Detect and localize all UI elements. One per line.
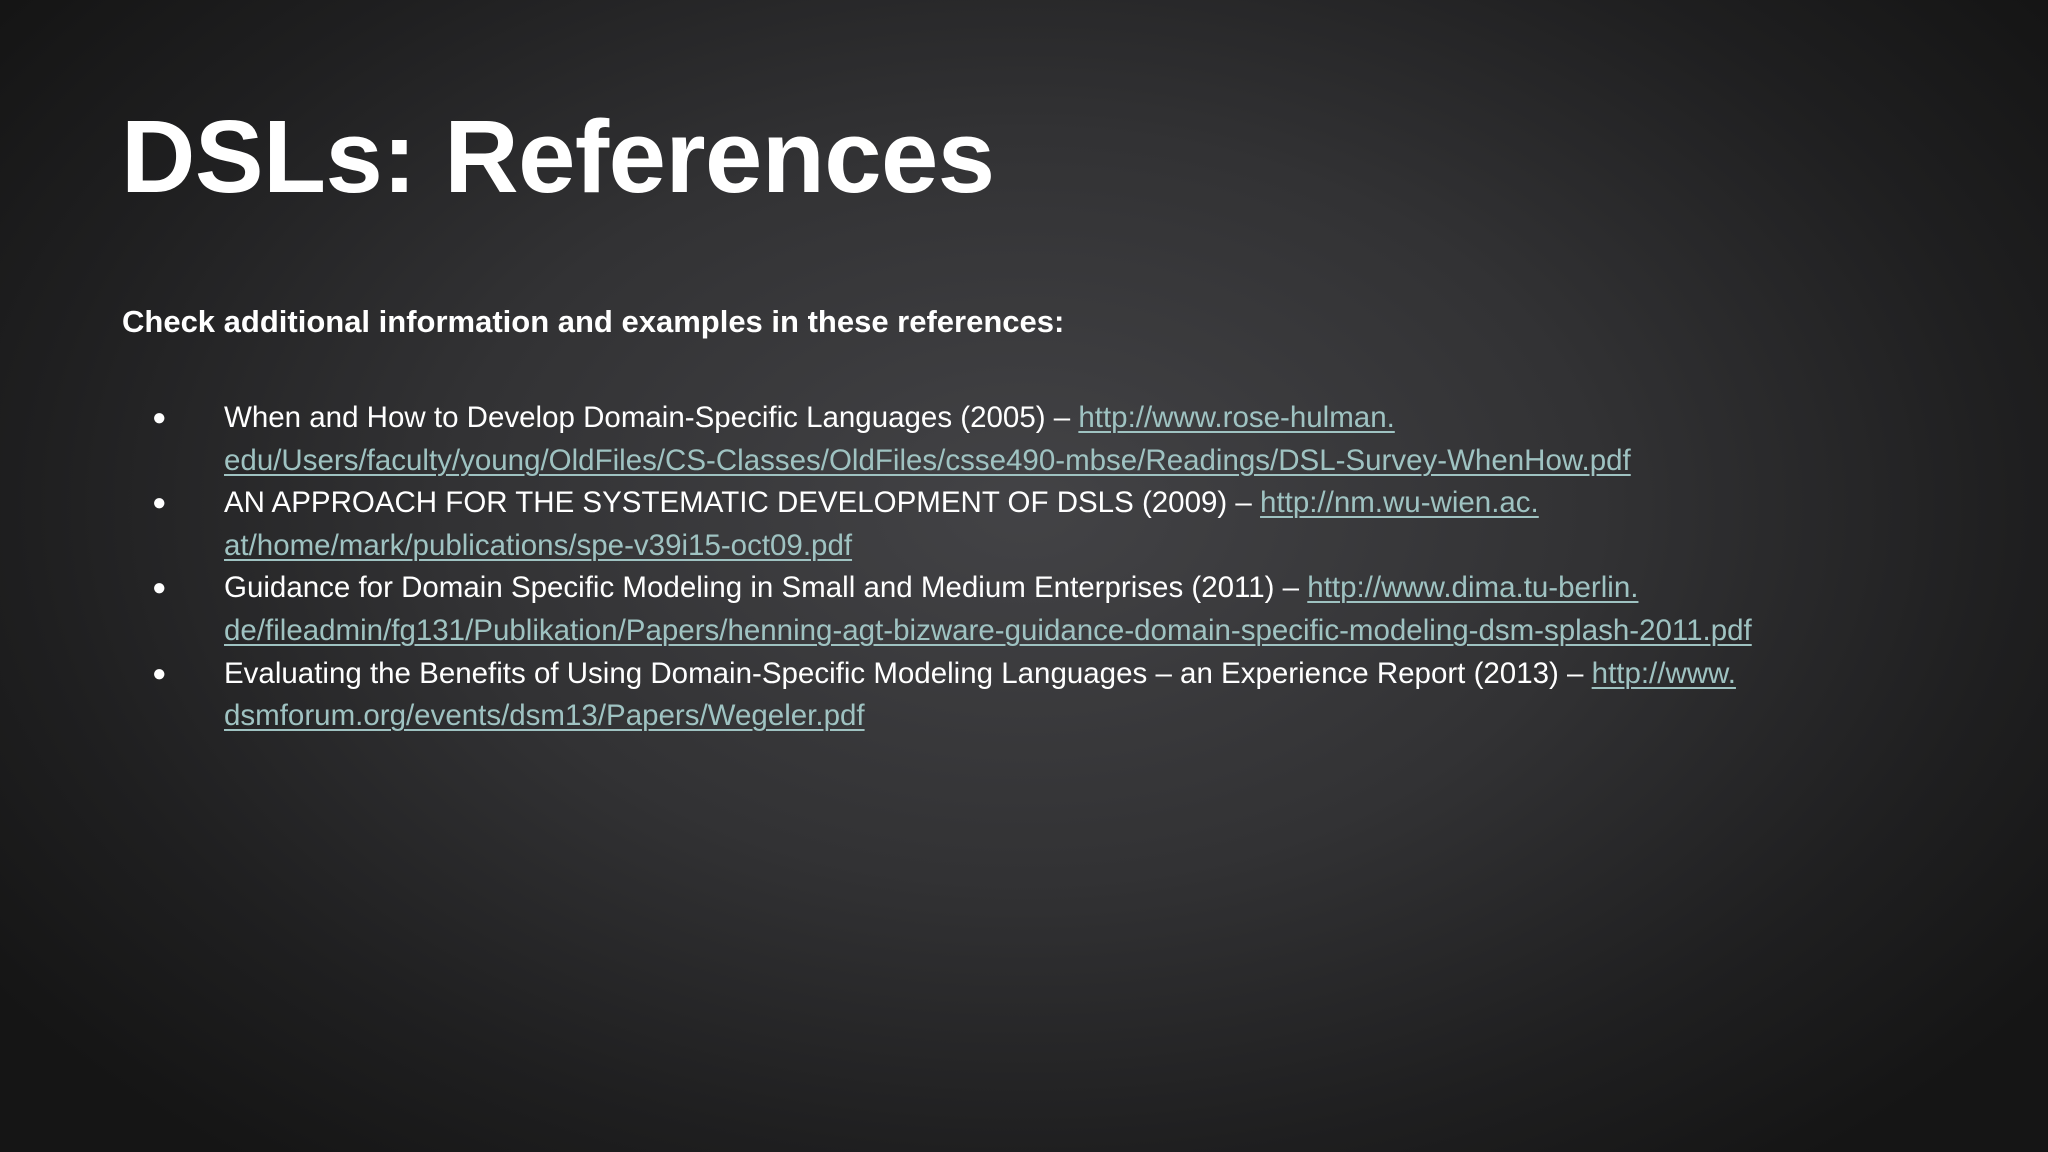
slide-title: DSLs: References [121,99,995,214]
bullet-icon: ● [152,404,167,431]
reference-link-continuation[interactable]: edu/Users/faculty/young/OldFiles/CS-Clas… [224,444,1631,477]
intro-text: Check additional information and example… [122,304,1065,339]
reference-link[interactable]: http://www.rose-hulman. [1078,401,1394,434]
reference-title: Evaluating the Benefits of Using Domain-… [224,656,1592,690]
reference-item-1: ● When and How to Develop Domain-Specifi… [152,397,1952,482]
bullet-icon: ● [152,574,167,602]
references-list: ● When and How to Develop Domain-Specifi… [152,397,1952,738]
reference-title: When and How to Develop Domain-Specific … [224,401,1079,434]
reference-item-3: ● Guidance for Domain Specific Modeling … [152,567,1952,652]
bullet-icon: ● [152,489,167,517]
reference-link[interactable]: http://www.dima.tu-berlin. [1307,571,1638,604]
reference-link[interactable]: http://nm.wu-wien.ac. [1260,486,1539,519]
reference-line-2: de/fileadmin/fg131/Publikation/Papers/he… [224,610,1952,653]
reference-item-4: ● Evaluating the Benefits of Using Domai… [152,653,1952,738]
reference-line-1: Guidance for Domain Specific Modeling in… [224,567,1952,610]
reference-line-2: dsmforum.org/events/dsm13/Papers/Wegeler… [224,695,1952,738]
reference-line-1: AN APPROACH FOR THE SYSTEMATIC DEVELOPME… [224,482,1952,525]
bullet-icon: ● [152,659,167,687]
reference-title: Guidance for Domain Specific Modeling in… [224,571,1308,605]
reference-line-1: When and How to Develop Domain-Specific … [224,397,1952,440]
reference-link[interactable]: http://www. [1592,657,1736,690]
reference-link-continuation[interactable]: at/home/mark/publications/spe-v39i15-oct… [224,529,852,562]
reference-line-1: Evaluating the Benefits of Using Domain-… [224,653,1952,696]
reference-line-2: at/home/mark/publications/spe-v39i15-oct… [224,525,1952,568]
reference-title: AN APPROACH FOR THE SYSTEMATIC DEVELOPME… [224,486,1261,520]
reference-item-2: ● AN APPROACH FOR THE SYSTEMATIC DEVELOP… [152,482,1952,567]
reference-link-continuation[interactable]: dsmforum.org/events/dsm13/Papers/Wegeler… [224,699,865,732]
slide: DSLs: References Check additional inform… [0,0,2048,1152]
reference-line-2: edu/Users/faculty/young/OldFiles/CS-Clas… [224,440,1952,483]
reference-link-continuation[interactable]: de/fileadmin/fg131/Publikation/Papers/he… [224,614,1752,647]
